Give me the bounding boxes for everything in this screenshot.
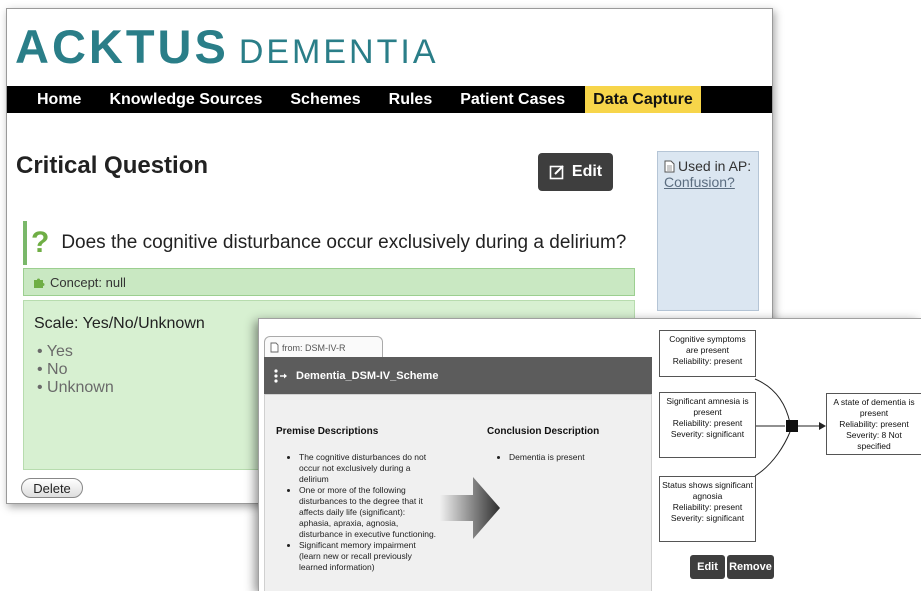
node-reliability: Reliability: present — [839, 419, 909, 429]
question-text: Does the cognitive disturbance occur exc… — [61, 232, 627, 253]
nav-knowledge-sources[interactable]: Knowledge Sources — [109, 86, 262, 113]
scale-options: Yes No Unknown — [37, 343, 114, 397]
main-nav: Home Knowledge Sources Schemes Rules Pat… — [7, 86, 772, 113]
used-in-panel: Used in AP: Confusion? — [657, 151, 759, 311]
nav-schemes[interactable]: Schemes — [290, 86, 360, 113]
node-title: Status shows significant agnosia — [662, 480, 753, 501]
node-reliability: Reliability: present — [672, 502, 743, 512]
edit-button[interactable]: Edit — [538, 153, 613, 191]
logo-part-2: DEMENTIA — [238, 33, 439, 71]
node-title: Significant amnesia is present — [666, 396, 749, 417]
used-in-header: Used in AP: — [658, 152, 758, 174]
scale-option-unknown: Unknown — [37, 379, 114, 397]
scheme-window: from: DSM-IV-R Dementia_DSM-IV_Scheme Pr… — [258, 318, 921, 591]
nav-patient-cases[interactable]: Patient Cases — [460, 86, 565, 113]
nav-data-capture[interactable]: Data Capture — [585, 86, 701, 113]
nav-home[interactable]: Home — [37, 86, 81, 113]
node-title: A state of dementia is present — [833, 397, 915, 418]
puzzle-icon — [34, 278, 45, 288]
node-severity: Severity: significant — [670, 429, 745, 439]
graph-node-cognitive-symptoms[interactable]: Cognitive symptoms are present Reliabili… — [659, 330, 756, 377]
used-in-link[interactable]: Confusion? — [658, 174, 758, 190]
delete-button[interactable]: Delete — [21, 478, 83, 498]
argument-graph-connectors — [754, 378, 826, 477]
page-title: Critical Question — [16, 152, 209, 179]
question-mark-icon: ? — [31, 226, 50, 259]
node-title: Cognitive symptoms are present — [669, 334, 746, 355]
scale-option-yes: Yes — [37, 343, 114, 361]
node-reliability: Reliability: present — [672, 418, 743, 428]
scale-option-no: No — [37, 361, 114, 379]
node-severity: Severity: significant — [670, 513, 745, 523]
graph-node-dementia-conclusion[interactable]: A state of dementia is present Reliabili… — [826, 393, 921, 455]
logo-part-1: ACKTUS — [15, 20, 229, 73]
graph-node-agnosia[interactable]: Status shows significant agnosia Reliabi… — [659, 476, 756, 542]
app-logo[interactable]: ACKTUS DEMENTIA — [15, 19, 439, 74]
nav-rules[interactable]: Rules — [389, 86, 433, 113]
edit-button-label: Edit — [571, 163, 603, 180]
concept-label: Concept: null — [50, 274, 126, 290]
used-in-label: Used in AP: — [678, 158, 752, 174]
concept-bar: Concept: null — [23, 268, 635, 296]
node-severity: Severity: 8 Not specified — [846, 430, 902, 451]
scheme-remove-button[interactable]: Remove — [727, 555, 774, 579]
edit-icon — [549, 165, 564, 180]
document-icon — [664, 160, 675, 172]
scheme-edit-button[interactable]: Edit — [690, 555, 725, 579]
scale-title: Scale: Yes/No/Unknown — [34, 315, 205, 332]
node-reliability: Reliability: present — [672, 356, 743, 366]
question-row: ? Does the cognitive disturbance occur e… — [23, 221, 635, 265]
graph-node-amnesia[interactable]: Significant amnesia is present Reliabili… — [659, 392, 756, 458]
